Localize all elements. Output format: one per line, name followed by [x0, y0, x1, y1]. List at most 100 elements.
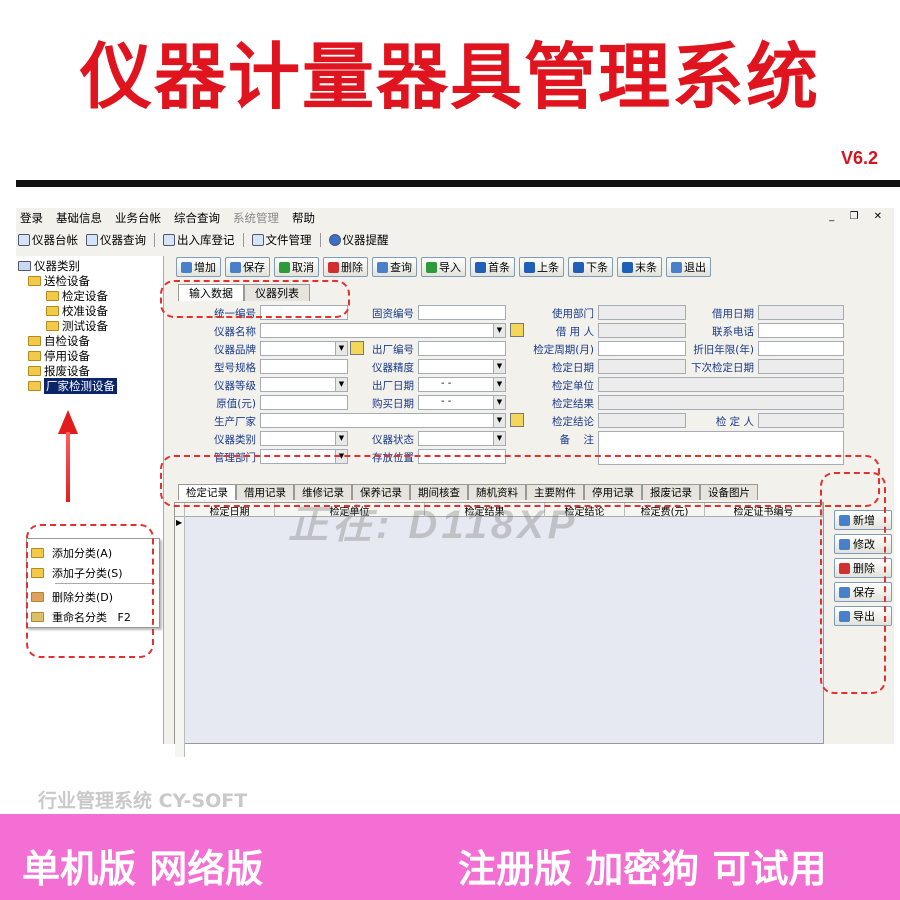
red-arrow-icon: [58, 410, 78, 434]
btn-label: 下条: [586, 261, 608, 274]
tree-node-disabled[interactable]: 停用设备: [28, 348, 90, 364]
dept-field[interactable]: ▼: [260, 449, 348, 464]
grid-corner: [175, 503, 185, 517]
save-record-button[interactable]: 保存: [834, 582, 892, 602]
category-field[interactable]: ▼: [260, 431, 348, 446]
label-cycle: 检定周期(月): [533, 344, 594, 356]
toolbar-file-management[interactable]: 文件管理: [251, 232, 312, 248]
ctx-add-subcategory[interactable]: 添加子分类(S): [31, 565, 123, 581]
toolbar-instrument-query[interactable]: 仪器查询: [86, 232, 146, 248]
purchase-date-field[interactable]: - - ▼: [418, 395, 506, 410]
new-record-button[interactable]: 新增: [834, 510, 892, 530]
manufacturer-field[interactable]: ▼: [260, 413, 506, 428]
tree-node-verification[interactable]: 检定设备: [46, 288, 108, 304]
value-field[interactable]: [260, 395, 348, 410]
tab-disable-records[interactable]: 停用记录: [584, 484, 642, 500]
unified-no-field[interactable]: [260, 305, 348, 320]
asset-no-field[interactable]: [418, 305, 506, 320]
serial-no-field[interactable]: [418, 341, 506, 356]
delete-button[interactable]: 删除: [323, 257, 368, 277]
tree-node-selfcheck[interactable]: 自检设备: [28, 333, 90, 349]
location-field[interactable]: [418, 449, 506, 464]
remarks-field[interactable]: [598, 431, 844, 465]
phone-field[interactable]: [758, 323, 844, 338]
rename-icon: [31, 612, 44, 622]
ctx-add-category[interactable]: 添加分类(A): [31, 545, 112, 561]
menu-basic-info[interactable]: 基础信息: [56, 210, 102, 226]
ctx-delete-category[interactable]: 删除分类(D): [31, 589, 113, 605]
precision-field[interactable]: ▼: [418, 359, 506, 374]
verifier-field[interactable]: [758, 413, 844, 428]
tree-node-vendor[interactable]: 厂家检测设备: [28, 378, 117, 394]
menu-bar: 登录 基础信息 业务台帐 综合查询 系统管理 帮助: [16, 208, 894, 228]
cancel-button[interactable]: 取消: [274, 257, 319, 277]
app-window: 登录 基础信息 业务台帐 综合查询 系统管理 帮助 _ ❐ ✕ 仪器台帐 仪器查…: [16, 208, 894, 757]
tab-instrument-list[interactable]: 仪器列表: [244, 284, 310, 301]
menu-query[interactable]: 综合查询: [174, 210, 220, 226]
last-button[interactable]: 末条: [617, 257, 662, 277]
status-field[interactable]: ▼: [418, 431, 506, 446]
tab-verify-records[interactable]: 检定记录: [178, 484, 236, 500]
prev-button[interactable]: 上条: [519, 257, 564, 277]
ctx-separator: [55, 583, 155, 584]
folder-icon: [31, 568, 44, 578]
save-icon: [230, 261, 241, 273]
btn-label: 末条: [635, 261, 657, 274]
query-button[interactable]: 查询: [372, 257, 417, 277]
menu-ledger[interactable]: 业务台帐: [115, 210, 161, 226]
tab-pictures[interactable]: 设备图片: [700, 484, 758, 500]
exit-button[interactable]: 退出: [666, 257, 711, 277]
tree-node-sent[interactable]: 送检设备: [28, 273, 90, 289]
label-status: 仪器状态: [372, 434, 414, 446]
col-certificate-no[interactable]: 检定证书编号: [705, 503, 823, 518]
ctx-rename-category[interactable]: 重命名分类 F2: [31, 609, 131, 625]
col-verify-date[interactable]: 检定日期: [185, 503, 275, 518]
verify-date-field[interactable]: [598, 359, 686, 374]
delete-folder-icon: [31, 592, 44, 602]
grade-field[interactable]: ▼: [260, 377, 348, 392]
save-button[interactable]: 保存: [225, 257, 270, 277]
model-field[interactable]: [260, 359, 348, 374]
toolbar-instrument-reminder[interactable]: 仪器提醒: [328, 232, 389, 248]
tab-borrow-records[interactable]: 借用记录: [236, 484, 294, 500]
mfg-date-field[interactable]: - - ▼: [418, 377, 506, 392]
delete-record-button[interactable]: 删除: [834, 558, 892, 578]
next-verify-field[interactable]: [758, 359, 844, 374]
verify-result-field[interactable]: [598, 395, 844, 410]
edit-record-button[interactable]: 修改: [834, 534, 892, 554]
instrument-name-field[interactable]: ▼: [260, 323, 506, 338]
import-button[interactable]: 导入: [421, 257, 466, 277]
next-button[interactable]: 下条: [568, 257, 613, 277]
label-verify-conclusion: 检定结论: [552, 416, 594, 428]
tab-scrap-records[interactable]: 报废记录: [642, 484, 700, 500]
menu-login[interactable]: 登录: [20, 210, 43, 226]
tree-root[interactable]: 仪器类别: [18, 258, 80, 274]
window-controls[interactable]: _ ❐ ✕: [829, 211, 888, 222]
add-button[interactable]: 增加: [176, 257, 221, 277]
folder-icon: [28, 366, 41, 376]
use-dept-field[interactable]: [598, 305, 686, 320]
borrow-date-field[interactable]: [758, 305, 844, 320]
menu-help[interactable]: 帮助: [292, 210, 315, 226]
borrower-field[interactable]: [598, 323, 686, 338]
first-button[interactable]: 首条: [470, 257, 515, 277]
tree-node-calibration[interactable]: 校准设备: [46, 303, 108, 319]
col-verify-fee[interactable]: 检定费(元): [625, 503, 705, 518]
label-purchase-date: 购买日期: [372, 398, 414, 410]
verify-conclusion-field[interactable]: [598, 413, 686, 428]
brand-field[interactable]: ▼: [260, 341, 348, 356]
tree-node-scrapped[interactable]: 报废设备: [28, 363, 90, 379]
depreciation-field[interactable]: [758, 341, 844, 356]
label-model: 型号规格: [214, 362, 256, 374]
export-record-button[interactable]: 导出: [834, 606, 892, 626]
tree-node-test[interactable]: 测试设备: [46, 318, 108, 334]
toolbar-inout-register[interactable]: 出入库登记: [163, 232, 235, 248]
menu-system[interactable]: 系统管理: [233, 210, 279, 226]
folder-open-icon: [28, 381, 41, 391]
dropdown-icon: ▼: [493, 378, 505, 391]
tab-input-data[interactable]: 输入数据: [178, 284, 244, 301]
instrument-form: 统一编号 仪器名称 仪器品牌 型号规格 仪器等级 原值(元) 生产厂家 仪器类别…: [174, 302, 844, 478]
toolbar-instrument-ledger[interactable]: 仪器台帐: [18, 232, 78, 248]
verify-unit-field[interactable]: [598, 377, 844, 392]
cycle-field[interactable]: [598, 341, 686, 356]
